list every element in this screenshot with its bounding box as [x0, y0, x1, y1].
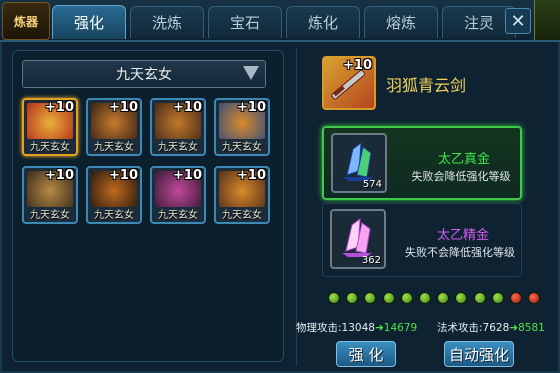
- item-name: 九天玄女: [222, 142, 262, 153]
- material-description: 失败不会降低强化等级: [405, 246, 515, 259]
- level-dot-filled: [400, 292, 413, 304]
- equipment-slot[interactable]: +10 九天玄女: [86, 166, 142, 224]
- item-plus-level: +10: [237, 168, 266, 183]
- material-name: 太乙精金: [436, 228, 489, 243]
- item-plus-level: +10: [237, 100, 266, 115]
- target-plus-level: +10: [343, 58, 372, 73]
- item-name: 九天玄女: [30, 210, 70, 221]
- tab-4[interactable]: 熔炼: [364, 6, 438, 38]
- item-plus-level: +10: [173, 168, 202, 183]
- level-dot-filled: [328, 292, 340, 304]
- corner-ornament: [534, 0, 560, 40]
- magic-attack-new: 8581: [518, 322, 545, 334]
- equipment-slot[interactable]: +10 九天玄女: [22, 98, 78, 156]
- character-select-value: 九天玄女: [116, 67, 172, 83]
- level-dot-filled: [437, 292, 450, 304]
- physical-attack-label: 物理攻击:: [296, 322, 342, 334]
- magic-attack-stat: 法术攻击:7628➜8581: [437, 320, 545, 335]
- item-name: 九天玄女: [158, 210, 198, 221]
- equipment-slot[interactable]: +10 九天玄女: [214, 166, 270, 224]
- material-name: 太乙真金: [437, 152, 490, 167]
- material-count: 362: [361, 255, 381, 266]
- item-plus-level: +10: [109, 168, 138, 183]
- tab-2[interactable]: 宝石: [208, 6, 282, 38]
- item-plus-level: +10: [109, 100, 138, 115]
- pink-crystal-icon: 362: [330, 209, 386, 269]
- enhance-level-indicator: [328, 292, 548, 306]
- auto-enhance-button[interactable]: 自动强化: [444, 341, 514, 367]
- material-count: 574: [362, 179, 382, 190]
- increase-arrow-icon: ➜: [374, 322, 384, 334]
- target-equipment-name: 羽狐青云剑: [386, 76, 467, 95]
- level-dot-filled: [419, 292, 431, 304]
- item-plus-level: +10: [45, 168, 74, 183]
- tab-1[interactable]: 洗炼: [130, 6, 204, 38]
- level-dot-filled: [346, 292, 359, 304]
- level-dot-empty: [510, 292, 522, 304]
- tab-strip: 炼器 强化 洗炼 宝石 炼化 熔炼 注灵 ✕: [0, 0, 560, 42]
- level-dot-filled: [473, 292, 486, 304]
- equipment-slot[interactable]: +10 九天玄女: [86, 98, 142, 156]
- magic-attack-old: 7628: [482, 322, 510, 334]
- equipment-slot[interactable]: +10 九天玄女: [214, 98, 270, 156]
- tab-0[interactable]: 强化: [52, 5, 126, 39]
- enhance-button[interactable]: 强 化: [336, 341, 396, 367]
- forge-logo: 炼器: [2, 2, 50, 40]
- character-select[interactable]: 九天玄女: [22, 60, 266, 88]
- panel-divider: [296, 48, 297, 366]
- level-dot-filled: [491, 292, 504, 304]
- material-option[interactable]: 574 太乙真金失败会降低强化等级: [322, 126, 522, 200]
- material-option[interactable]: 362 太乙精金失败不会降低强化等级: [322, 203, 522, 277]
- level-dot-filled: [364, 292, 377, 304]
- level-dot-filled: [382, 292, 395, 304]
- material-description: 失败会降低强化等级: [411, 170, 511, 183]
- increase-arrow-icon: ➜: [509, 322, 519, 334]
- level-dot-filled: [455, 292, 468, 304]
- magic-attack-label: 法术攻击:: [437, 322, 483, 334]
- item-name: 九天玄女: [94, 210, 134, 221]
- physical-attack-stat: 物理攻击:13048➜14679: [296, 320, 417, 335]
- item-name: 九天玄女: [158, 142, 198, 153]
- physical-attack-new: 14679: [383, 322, 418, 334]
- item-name: 九天玄女: [222, 210, 262, 221]
- equipment-slot[interactable]: +10 九天玄女: [150, 98, 206, 156]
- equipment-slot[interactable]: +10 九天玄女: [22, 166, 78, 224]
- item-plus-level: +10: [173, 100, 202, 115]
- target-equipment-slot[interactable]: +10: [322, 56, 376, 110]
- equipment-slot[interactable]: +10 九天玄女: [150, 166, 206, 224]
- item-name: 九天玄女: [94, 142, 134, 153]
- item-name: 九天玄女: [30, 142, 70, 153]
- chevron-down-icon: [243, 66, 259, 80]
- close-button[interactable]: ✕: [505, 8, 531, 34]
- blue-crystal-icon: 574: [331, 133, 387, 193]
- level-dot-empty: [528, 292, 541, 304]
- tab-3[interactable]: 炼化: [286, 6, 360, 38]
- physical-attack-old: 13048: [341, 322, 375, 334]
- item-plus-level: +10: [45, 100, 74, 115]
